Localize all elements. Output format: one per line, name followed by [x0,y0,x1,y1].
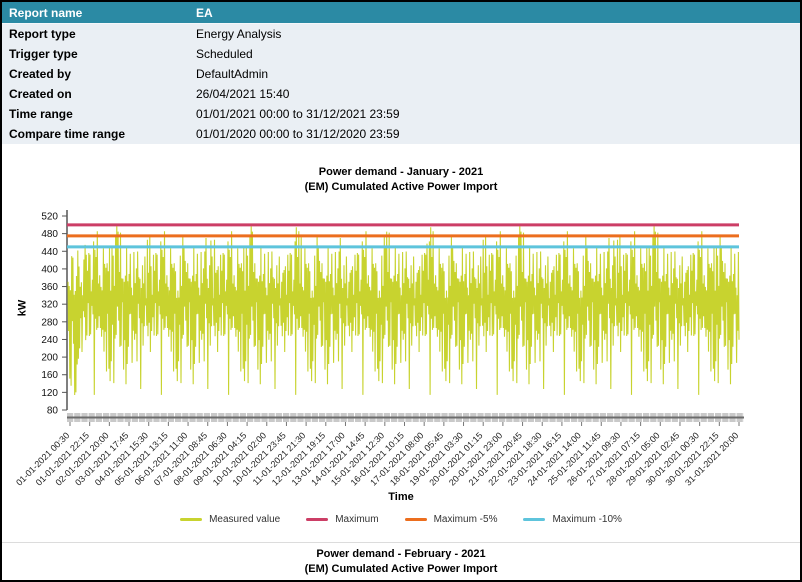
row-label: Created on [2,87,196,101]
legend-label: Maximum -10% [552,514,621,525]
row-label: Report name [2,6,196,20]
y-tick-label: 440 [41,247,58,258]
legend-swatch [405,518,427,521]
legend-label: Maximum -5% [434,514,498,525]
chart-legend: Measured value Maximum Maximum -5% Maximum … [2,514,800,525]
y-tick-label: 240 [41,335,58,346]
y-tick-label: 280 [41,317,58,328]
section-separator [2,542,800,543]
y-tick-label: 200 [41,353,58,364]
row-label: Report type [2,27,196,41]
y-tick-label: 120 [41,388,58,399]
table-header-row: Report name EA [2,2,800,24]
table-row: Report type Energy Analysis [2,24,800,44]
row-value: Scheduled [196,47,800,61]
table-row: Trigger type Scheduled [2,44,800,64]
legend-label: Measured value [209,514,280,525]
table-row: Created by DefaultAdmin [2,64,800,84]
legend-swatch [180,518,202,521]
report-window: Report name EA Report type Energy Analys… [0,0,802,582]
y-tick-label: 80 [47,406,59,417]
next-chart-subtitle: (EM) Cumulated Active Power Import [2,563,800,575]
y-tick-label: 320 [41,300,58,311]
legend-label: Maximum [335,514,378,525]
next-chart-title: Power demand - February - 2021 [2,548,800,560]
row-label: Compare time range [2,127,196,141]
row-value: EA [196,6,800,20]
y-tick-label: 160 [41,370,58,381]
legend-item: Measured value [180,514,280,525]
row-label: Trigger type [2,47,196,61]
power-chart-svg: 5204804404003603202802402001601208001-01… [2,200,800,496]
legend-item: Maximum -5% [405,514,498,525]
chart-subtitle: (EM) Cumulated Active Power Import [2,181,800,193]
chart-title: Power demand - January - 2021 [2,166,800,178]
row-value: Energy Analysis [196,27,800,41]
row-label: Created by [2,67,196,81]
x-axis-title: Time [2,491,800,503]
y-tick-label: 360 [41,282,58,293]
y-tick-label: 480 [41,229,58,240]
report-meta-table: Report name EA Report type Energy Analys… [2,2,800,144]
legend-item: Maximum -10% [523,514,621,525]
y-tick-label: 400 [41,264,58,275]
row-value: 01/01/2021 00:00 to 31/12/2021 23:59 [196,107,800,121]
measured-value-series [68,226,739,395]
legend-item: Maximum [306,514,378,525]
y-tick-label: 520 [41,212,58,223]
row-label: Time range [2,107,196,121]
table-row: Time range 01/01/2021 00:00 to 31/12/202… [2,104,800,124]
legend-swatch [523,518,545,521]
table-row: Compare time range 01/01/2020 00:00 to 3… [2,124,800,144]
table-row: Created on 26/04/2021 15:40 [2,84,800,104]
row-value: 01/01/2020 00:00 to 31/12/2020 23:59 [196,127,800,141]
row-value: DefaultAdmin [196,67,800,81]
row-value: 26/04/2021 15:40 [196,87,800,101]
legend-swatch [306,518,328,521]
